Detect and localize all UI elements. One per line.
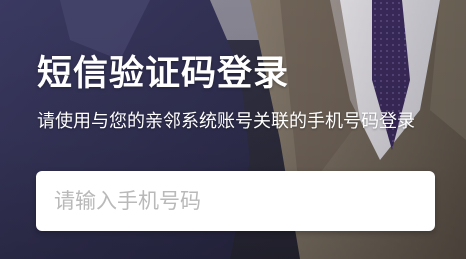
page-title: 短信验证码登录	[37, 54, 290, 94]
page-subtitle: 请使用与您的亲邻系统账号关联的手机号码登录	[37, 111, 415, 132]
sms-login-screen: 短信验证码登录 请使用与您的亲邻系统账号关联的手机号码登录	[0, 0, 466, 259]
phone-number-input[interactable]	[36, 171, 435, 231]
